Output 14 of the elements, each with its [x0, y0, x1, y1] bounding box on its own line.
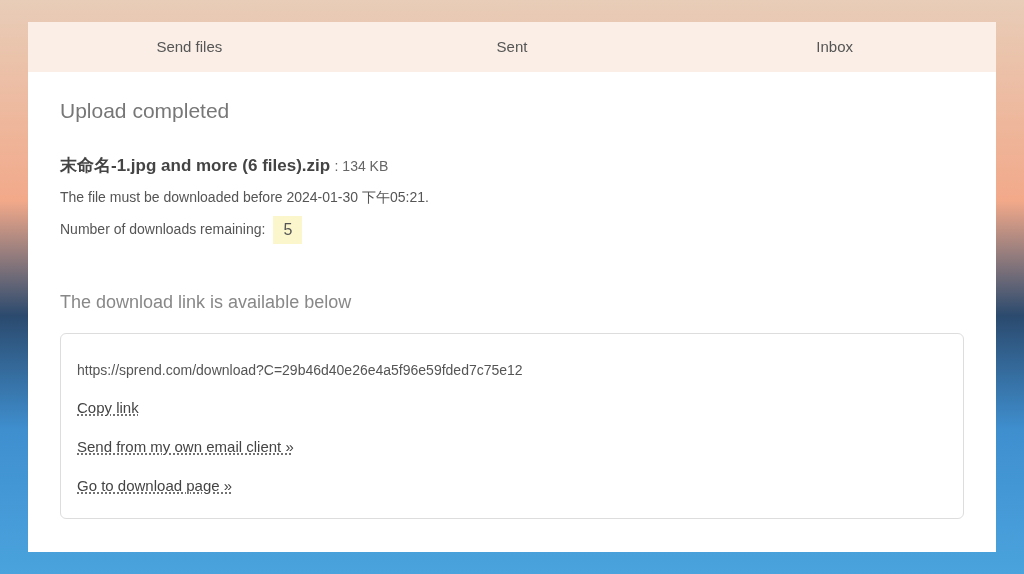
- tab[interactable]: Send files: [28, 22, 351, 72]
- deadline-text: The file must be downloaded before 2024-01-30 下午05:21.: [60, 187, 430, 207]
- tab[interactable]: Inbox: [673, 22, 996, 72]
- link[interactable]: Send from my own email client »: [77, 436, 294, 459]
- downloads-label: Number of downloads remaining:: [60, 220, 266, 240]
- section-heading: The download link is available below: [60, 291, 353, 314]
- file-size: : 134 KB: [334, 158, 389, 175]
- downloads-count: 5: [273, 215, 303, 244]
- file-name: 末命名-1.jpg and more (6 files).zip: [60, 156, 331, 176]
- tab[interactable]: Sent: [350, 22, 674, 72]
- link[interactable]: Copy link: [77, 397, 139, 420]
- page-title: Upload completed: [60, 98, 231, 124]
- link[interactable]: Go to download page »: [77, 475, 233, 498]
- download-url: https://sprend.com/download?C=29b46d40e26e4a5f96e59fded7c75e12: [77, 361, 524, 381]
